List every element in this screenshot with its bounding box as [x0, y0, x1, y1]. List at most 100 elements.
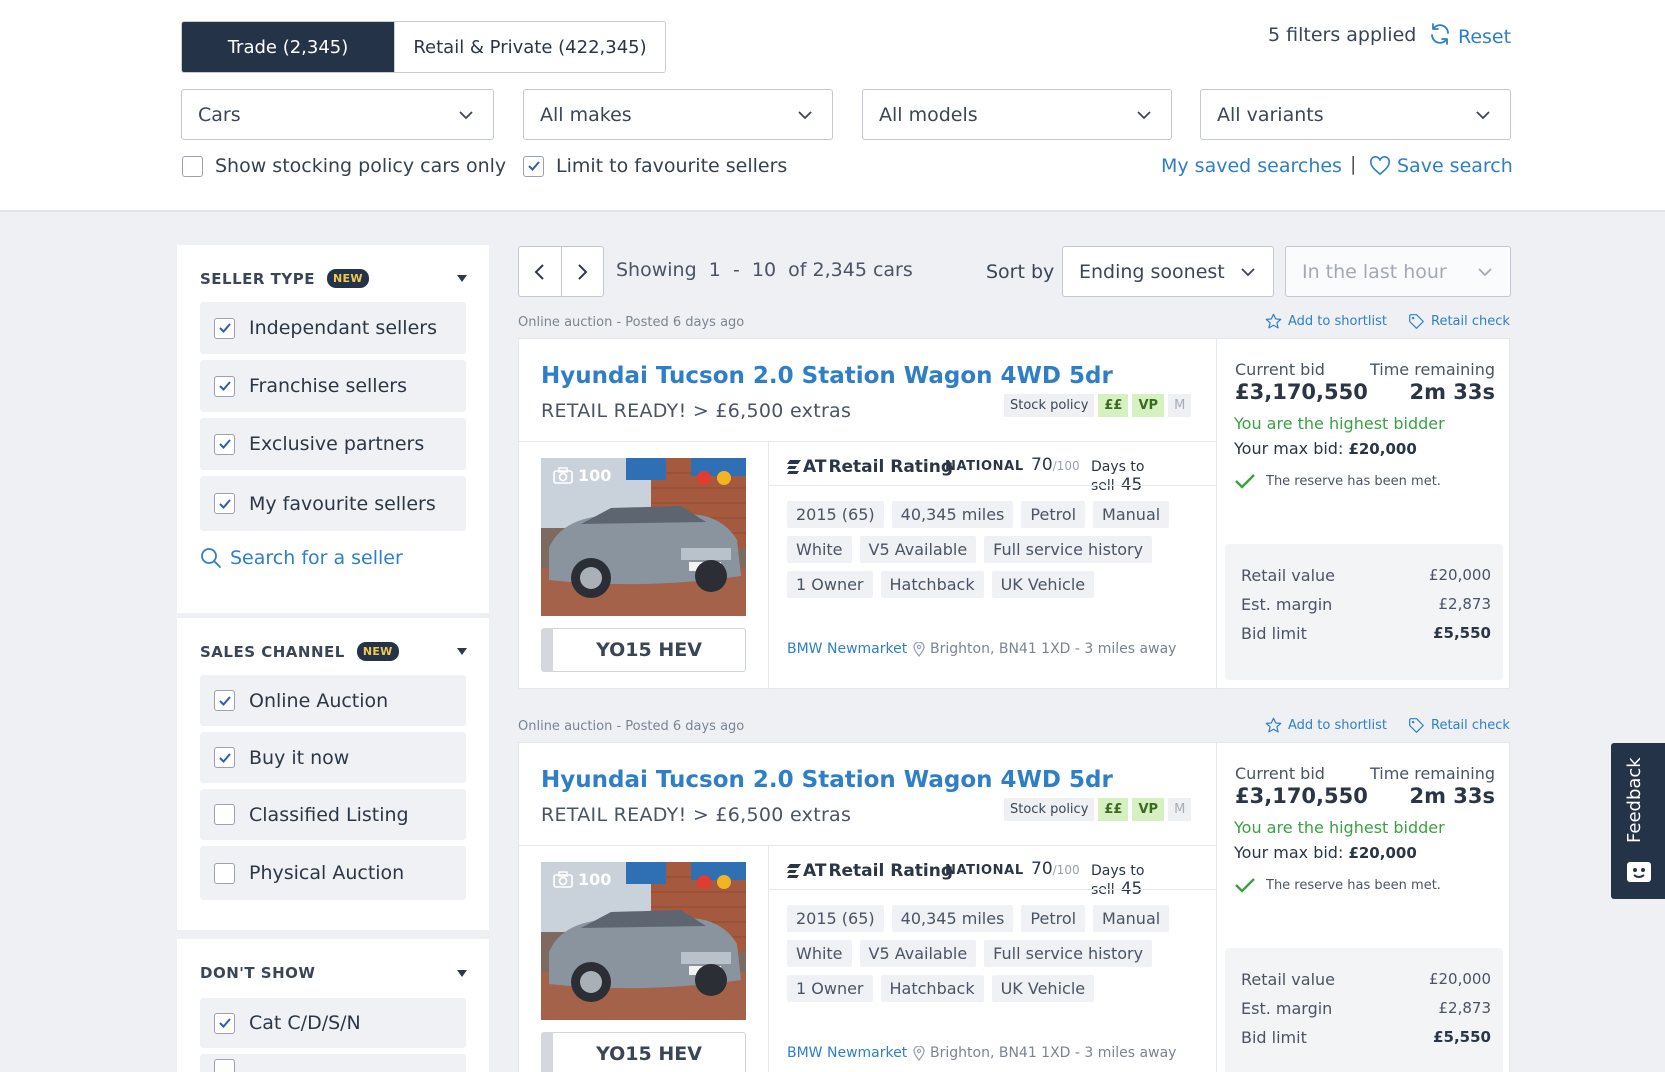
- photo-count-value: 100: [578, 466, 612, 485]
- time-filter-select[interactable]: In the last hour: [1285, 246, 1511, 297]
- channel-option-online-auction[interactable]: Online Auction: [200, 675, 466, 726]
- checkbox[interactable]: [214, 433, 235, 455]
- vehicle-type-select[interactable]: Cars: [181, 89, 494, 140]
- policy-tag-price: ££: [1098, 798, 1129, 821]
- bid-limit-label: Bid limit: [1241, 624, 1307, 643]
- days-to-sell: Days to sell 45: [1091, 459, 1199, 495]
- favourite-sellers-checkbox[interactable]: [523, 155, 544, 177]
- add-to-shortlist-link[interactable]: Add to shortlist: [1265, 313, 1387, 330]
- vehicle-photo[interactable]: 100: [541, 458, 746, 616]
- listing-title[interactable]: Hyundai Tucson 2.0 Station Wagon 4WD 5dr: [541, 767, 1113, 793]
- tab-trade[interactable]: Trade (2,345): [182, 22, 394, 72]
- spec-year: 2015 (65): [787, 905, 884, 932]
- dealer-link[interactable]: BMW Newmarket: [787, 1045, 907, 1061]
- channel-option-physical-auction[interactable]: Physical Auction: [200, 846, 466, 900]
- range-separator: -: [732, 259, 740, 281]
- spec-mileage: 40,345 miles: [891, 501, 1014, 528]
- seller-type-heading[interactable]: SELLER TYPE NEW: [200, 269, 369, 288]
- current-bid-value: £3,170,550: [1235, 784, 1368, 808]
- divider: [768, 485, 1217, 486]
- caret-down-icon[interactable]: [457, 648, 467, 655]
- margin-row: Est. margin £2,873: [1241, 595, 1491, 614]
- autotrader-logo: AT Retail Rating: [787, 861, 953, 881]
- checkbox[interactable]: [214, 690, 235, 711]
- retail-check-link[interactable]: Retail check: [1408, 313, 1510, 330]
- location-pin-icon: [913, 1045, 925, 1061]
- checkbox[interactable]: [214, 493, 235, 514]
- checkmark-icon: [1235, 474, 1255, 489]
- chevron-left-icon: [534, 263, 544, 280]
- caret-down-icon[interactable]: [457, 275, 467, 282]
- checkbox[interactable]: [214, 1012, 235, 1034]
- filters-applied-count: 5 filters applied: [1268, 24, 1417, 46]
- tag-icon: [1409, 718, 1424, 733]
- listing-type-toggle: Trade (2,345) Retail & Private (422,345): [181, 21, 666, 73]
- status-dot-red: [697, 471, 711, 485]
- dont-show-heading[interactable]: DON'T SHOW: [200, 964, 315, 982]
- sales-channel-heading[interactable]: SALES CHANNEL NEW: [200, 642, 399, 661]
- seller-option-franchise[interactable]: Franchise sellers: [200, 360, 466, 412]
- channel-option-buy-it-now[interactable]: Buy it now: [200, 732, 466, 783]
- camera-icon: [553, 871, 573, 888]
- retail-value-row: Retail value £20,000: [1241, 970, 1491, 989]
- seller-option-independant[interactable]: Independant sellers: [200, 302, 466, 354]
- dealer-link[interactable]: BMW Newmarket: [787, 641, 907, 657]
- add-to-shortlist-link[interactable]: Add to shortlist: [1265, 717, 1387, 734]
- search-seller-link[interactable]: Search for a seller: [200, 547, 403, 569]
- model-select[interactable]: All models: [862, 89, 1172, 140]
- chevron-down-icon: [459, 111, 473, 120]
- reset-button[interactable]: Reset: [1428, 22, 1511, 51]
- seller-type-title: SELLER TYPE: [200, 269, 316, 288]
- spec-colour: White: [787, 940, 852, 967]
- stock-policy-tags: Stock policy ££ VP M: [1004, 798, 1192, 821]
- variant-select[interactable]: All variants: [1200, 89, 1511, 140]
- checkbox[interactable]: [214, 862, 235, 884]
- policy-tag-vp: VP: [1132, 798, 1165, 821]
- save-search-button[interactable]: Save search: [1369, 155, 1513, 177]
- score-value: 70: [1031, 859, 1053, 879]
- retail-value: £20,000: [1428, 970, 1491, 988]
- seller-option-favourite[interactable]: My favourite sellers: [200, 476, 466, 531]
- vehicle-photo[interactable]: 100: [541, 862, 746, 1020]
- dont-show-title: DON'T SHOW: [200, 964, 316, 982]
- tab-retail-private[interactable]: Retail & Private (422,345): [394, 22, 665, 72]
- retail-check-link[interactable]: Retail check: [1408, 717, 1510, 734]
- listing-title[interactable]: Hyundai Tucson 2.0 Station Wagon 4WD 5dr: [541, 363, 1113, 389]
- chevron-down-icon: [798, 111, 812, 120]
- model-value: All models: [879, 103, 978, 126]
- chevron-down-icon: [1476, 111, 1490, 120]
- favourite-sellers-option[interactable]: Limit to favourite sellers: [523, 155, 787, 177]
- my-saved-searches-link[interactable]: My saved searches: [1161, 155, 1342, 177]
- prev-page-button[interactable]: [519, 247, 561, 296]
- checkbox[interactable]: [214, 375, 235, 397]
- dont-show-option-cat[interactable]: Cat C/D/S/N: [200, 998, 466, 1048]
- listing-card: Hyundai Tucson 2.0 Station Wagon 4WD 5dr…: [518, 338, 1510, 690]
- stocking-policy-option[interactable]: Show stocking policy cars only: [182, 155, 506, 177]
- checkbox[interactable]: [214, 1058, 235, 1072]
- dont-show-option-partial[interactable]: [200, 1054, 466, 1072]
- sort-select[interactable]: Ending soonest: [1062, 246, 1274, 297]
- caret-down-icon[interactable]: [457, 970, 467, 977]
- star-icon: [1265, 313, 1282, 329]
- retail-value: £20,000: [1428, 566, 1491, 584]
- checkbox[interactable]: [214, 747, 235, 768]
- feedback-tab[interactable]: Feedback: [1611, 743, 1665, 899]
- make-select[interactable]: All makes: [523, 89, 833, 140]
- channel-option-classified[interactable]: Classified Listing: [200, 789, 466, 840]
- reset-label: Reset: [1458, 25, 1512, 48]
- option-label: My favourite sellers: [249, 492, 436, 515]
- checkbox[interactable]: [214, 804, 235, 825]
- stocking-policy-checkbox[interactable]: [182, 155, 203, 177]
- retail-rating: AT Retail Rating NATIONAL 70/100 Days to…: [787, 859, 1199, 899]
- checkmark-icon: [218, 439, 231, 449]
- spec-mileage: 40,345 miles: [891, 905, 1014, 932]
- reserve-text: The reserve has been met.: [1266, 473, 1441, 489]
- checkbox[interactable]: [214, 317, 235, 339]
- shortlist-label: Add to shortlist: [1288, 718, 1387, 733]
- time-filter-value: In the last hour: [1302, 260, 1447, 283]
- divider: [768, 889, 1217, 890]
- link-divider: |: [1350, 153, 1357, 175]
- status-dot-red: [697, 875, 711, 889]
- seller-option-exclusive[interactable]: Exclusive partners: [200, 418, 466, 470]
- next-page-button[interactable]: [560, 247, 603, 296]
